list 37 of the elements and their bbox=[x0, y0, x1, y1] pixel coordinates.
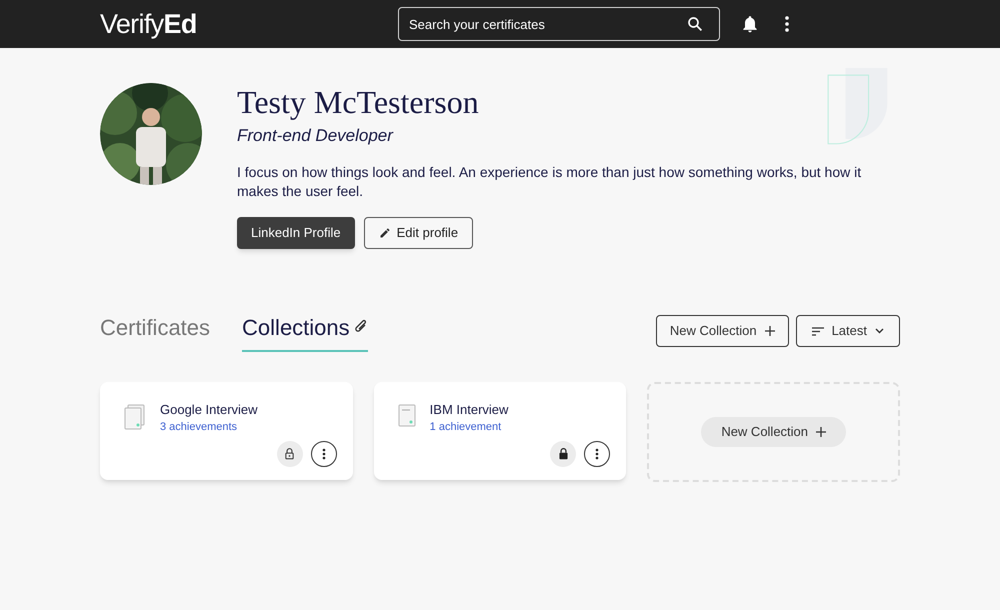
search-icon[interactable] bbox=[686, 15, 704, 33]
achievement-count: 3 achievements bbox=[160, 420, 238, 435]
tab[interactable]: Collections bbox=[242, 310, 368, 352]
document-icon bbox=[398, 404, 416, 428]
edit-profile-button[interactable]: Edit profile bbox=[364, 216, 474, 248]
new-collection-button[interactable]: New Collection bbox=[656, 315, 789, 347]
logo-text: Ed bbox=[163, 8, 197, 41]
linkedin-button[interactable]: LinkedIn Profile bbox=[237, 216, 355, 248]
collection-title: Google Interview bbox=[160, 400, 258, 419]
new-collection-card[interactable]: New Collection bbox=[647, 382, 900, 482]
more-icon[interactable] bbox=[784, 15, 790, 33]
sort-icon bbox=[812, 326, 824, 336]
new-collection-button[interactable]: New Collection bbox=[701, 416, 846, 446]
plus-icon bbox=[764, 326, 775, 336]
documents-icon bbox=[124, 404, 146, 430]
sort-button[interactable]: Latest bbox=[796, 315, 900, 347]
logo-text: Verify bbox=[100, 8, 164, 41]
collection-card[interactable]: Google Interview 3 achievements bbox=[100, 382, 353, 480]
pencil-icon bbox=[378, 226, 391, 238]
more-icon bbox=[322, 448, 326, 460]
job-title: Front-end Developer bbox=[237, 125, 394, 147]
more-button[interactable] bbox=[584, 440, 610, 466]
more-button[interactable] bbox=[310, 440, 337, 466]
collection-card[interactable]: IBM Interview 1 achievement bbox=[374, 382, 626, 480]
lock-button[interactable] bbox=[550, 440, 576, 466]
bio-text: I focus on how things look and feel. An experience is more than just how something works, but how it makes the user feel. bbox=[237, 162, 862, 200]
chevron-down-icon bbox=[875, 328, 884, 334]
lock-button[interactable] bbox=[276, 440, 303, 466]
lock-icon bbox=[556, 447, 570, 460]
profile-name: Testy McTesterson bbox=[237, 83, 480, 121]
lock-icon bbox=[283, 447, 296, 460]
collection-title: IBM Interview bbox=[430, 400, 508, 418]
tab[interactable]: Certificates bbox=[100, 310, 210, 352]
achievement-count: 1 achievement bbox=[430, 420, 502, 435]
plus-icon bbox=[816, 426, 826, 436]
more-icon bbox=[595, 448, 600, 460]
search-field[interactable]: Search your certificates bbox=[398, 7, 720, 41]
